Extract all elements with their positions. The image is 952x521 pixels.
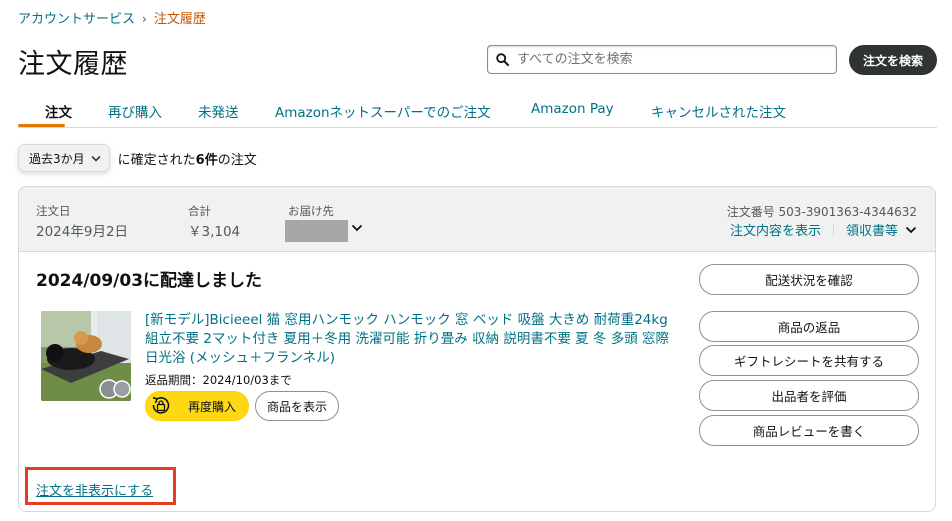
search-icon [496,53,509,66]
tab-cancelled-orders[interactable]: キャンセルされた注文 [651,101,786,121]
view-order-details-link[interactable]: 注文内容を表示 [730,220,821,239]
hide-order-link[interactable]: 注文を非表示にする [36,480,153,499]
chevron-down-icon [91,155,101,162]
order-header: 注文日 2024年9月2日 合計 ￥3,104 お届け先 注文番号 503-39… [19,187,935,252]
chevron-down-icon[interactable] [351,224,363,232]
order-total-label: 合計 [188,204,211,218]
buy-again-label: 再度購入 [188,399,237,414]
active-tab-indicator [18,124,65,127]
time-range-value: 過去3か月 [29,151,85,166]
write-review-button[interactable]: 商品レビューを書く [699,415,919,446]
order-filter: 過去3か月 に確定された6件の注文 [18,144,257,172]
order-count-text: に確定された6件の注文 [117,152,257,168]
receipt-link[interactable]: 領収書等 [846,220,898,239]
breadcrumb-account-services[interactable]: アカウントサービス [18,12,135,27]
order-date-label: 注文日 [36,204,71,218]
order-total: ￥3,104 [188,224,241,240]
time-range-select[interactable]: 過去3か月 [18,144,110,172]
tab-amazon-pay[interactable]: Amazon Pay [531,101,614,117]
ship-to-name-redacted[interactable] [285,220,348,242]
link-divider [832,223,834,236]
delivery-status: 2024/09/03に配達しました [36,271,263,291]
share-gift-receipt-button[interactable]: ギフトレシートを共有する [699,345,919,376]
buy-again-button[interactable]: 再度購入 [145,391,249,421]
search-input[interactable] [515,51,819,68]
order-date: 2024年9月2日 [36,224,129,240]
order-header-links: 注文内容を表示 領収書等 [730,220,917,239]
tab-buy-again[interactable]: 再び購入 [108,101,162,121]
order-count: 6件 [195,152,218,168]
view-item-button[interactable]: 商品を表示 [255,391,340,421]
return-item-button[interactable]: 商品の返品 [699,311,919,342]
breadcrumb-current[interactable]: 注文履歴 [154,12,206,27]
order-number: 注文番号 503-3901363-4344632 [726,205,917,219]
return-period: 返品期間：2024/10/03まで [145,373,292,387]
buy-again-icon [152,396,170,414]
tab-amazon-fresh[interactable]: Amazonネットスーパーでのご注文 [275,101,491,121]
product-title-link[interactable]: [新モデル]Bicieeel 猫 窓用ハンモック ハンモック 窓 ベッド 吸盤 … [145,311,675,368]
search-orders-button[interactable]: 注文を検索 [849,45,937,75]
breadcrumb: アカウントサービス › 注文履歴 [18,8,206,27]
order-tabs: 注文 再び購入 未発送 Amazonネットスーパーでのご注文 Amazon Pa… [18,94,937,128]
chevron-down-icon[interactable] [905,226,917,234]
rate-seller-button[interactable]: 出品者を評価 [699,380,919,411]
cat-hammock-photo [41,311,131,401]
product-image[interactable] [41,311,131,401]
order-card: 注文日 2024年9月2日 合計 ￥3,104 お届け先 注文番号 503-39… [18,186,936,512]
track-package-button[interactable]: 配送状況を確認 [699,264,919,295]
tab-orders[interactable]: 注文 [45,101,72,121]
breadcrumb-separator: › [142,12,147,26]
ship-to-label: お届け先 [288,204,334,218]
tab-not-shipped[interactable]: 未発送 [198,101,239,121]
order-search[interactable] [487,45,837,74]
page-title: 注文履歴 [18,49,128,80]
